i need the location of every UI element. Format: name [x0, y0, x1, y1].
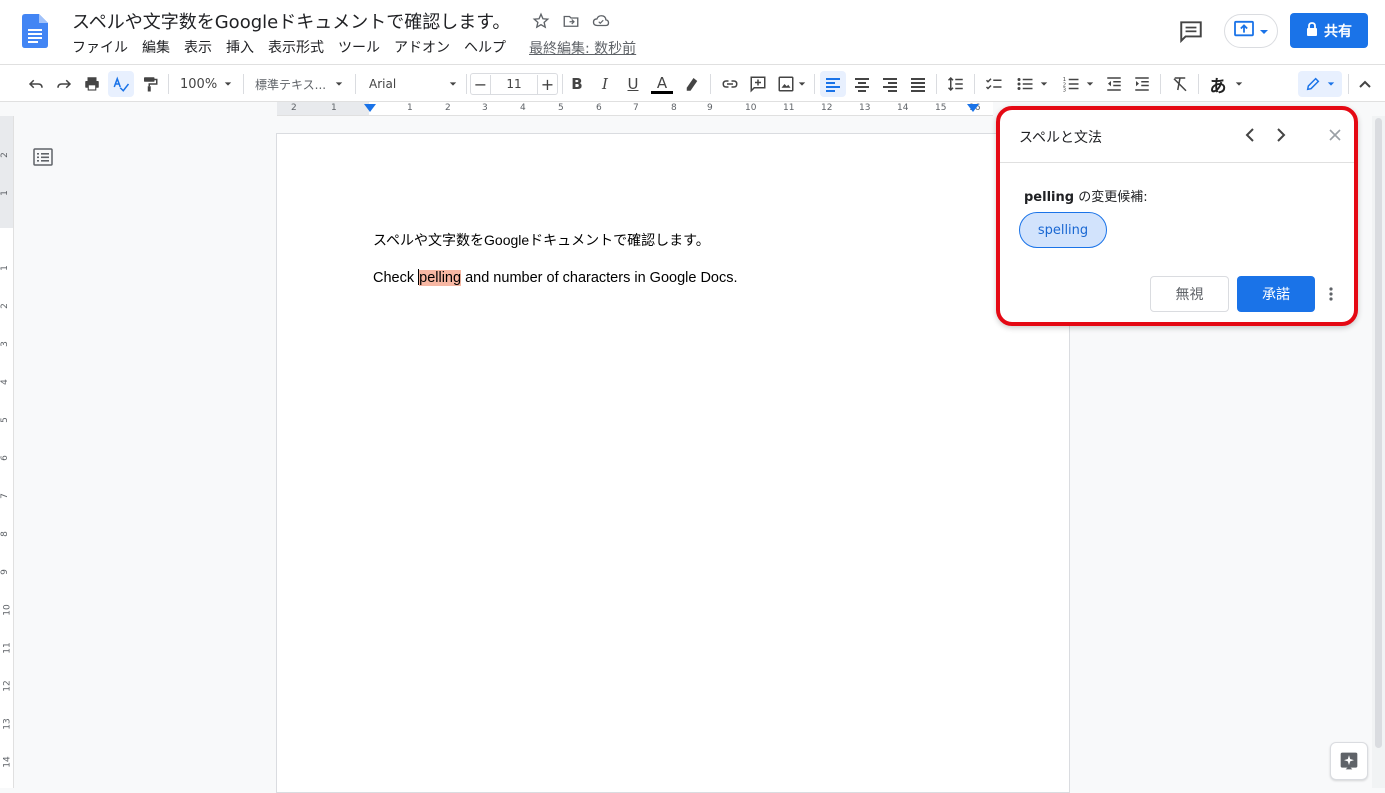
paragraph-style-select[interactable]: 標準テキス...: [251, 71, 347, 97]
suggestion-label: の変更候補:: [1074, 190, 1148, 205]
svg-text:3: 3: [1063, 88, 1066, 94]
vertical-scrollbar[interactable]: [1372, 116, 1385, 788]
font-value: Arial: [369, 77, 397, 91]
accept-button[interactable]: 承諾: [1237, 276, 1315, 312]
misspelled-word[interactable]: pelling: [419, 270, 462, 286]
document-page[interactable]: スペルや文字数をGoogleドキュメントで確認します。 Check pellin…: [276, 133, 1070, 793]
share-label: 共有: [1324, 23, 1352, 40]
hide-menus-icon[interactable]: [1354, 71, 1376, 97]
underline-button[interactable]: U: [622, 71, 644, 97]
present-button[interactable]: [1224, 14, 1278, 48]
document-line-2: Check pelling and number of characters i…: [373, 269, 738, 286]
explore-button[interactable]: [1330, 742, 1368, 780]
scrollbar-thumb[interactable]: [1375, 118, 1382, 748]
editing-mode-button[interactable]: [1298, 71, 1342, 97]
lock-icon: [1306, 21, 1318, 40]
menu-tools[interactable]: ツール: [331, 39, 387, 57]
input-tools-label: あ: [1209, 76, 1227, 97]
last-edit-link[interactable]: 最終編集: 数秒前: [529, 38, 636, 58]
chevron-down-icon: [224, 82, 232, 86]
menu-format[interactable]: 表示形式: [261, 39, 331, 57]
menu-file[interactable]: ファイル: [72, 39, 135, 57]
highlight-color-icon[interactable]: [680, 71, 704, 97]
ignore-button[interactable]: 無視: [1150, 276, 1229, 312]
cloud-status-icon[interactable]: [590, 10, 612, 32]
italic-button[interactable]: I: [594, 71, 616, 97]
vertical-ruler[interactable]: 2 1 1 2 3 4 5 6 7 8 9 10 11 12 13 14: [0, 116, 14, 788]
spelling-grammar-panel: スペルと文法 pelling の変更候補: spelling 無視 承諾: [996, 106, 1358, 326]
menu-view[interactable]: 表示: [177, 39, 219, 57]
decrease-font-size-button[interactable]: −: [471, 74, 491, 94]
undo-icon[interactable]: [24, 71, 48, 97]
menu-help[interactable]: ヘルプ: [457, 39, 513, 57]
suggestion-chip[interactable]: spelling: [1019, 212, 1107, 248]
text-before-misspelling: Check: [373, 270, 419, 286]
line-spacing-icon[interactable]: [944, 71, 968, 97]
chevron-down-icon: [1259, 22, 1269, 41]
print-icon[interactable]: [80, 71, 104, 97]
bulleted-list-icon[interactable]: [1012, 71, 1052, 97]
suggestion-heading: pelling の変更候補:: [1024, 186, 1148, 205]
checklist-icon[interactable]: [982, 71, 1006, 97]
paint-format-icon[interactable]: [138, 71, 162, 97]
chevron-down-icon: [449, 82, 457, 86]
top-bar: スペルや文字数をGoogleドキュメントで確認します。 ファイル 編集 表示 挿…: [0, 0, 1385, 64]
explore-icon: [1340, 752, 1358, 770]
close-icon[interactable]: [1324, 124, 1346, 146]
pencil-icon: [1306, 77, 1320, 91]
document-title[interactable]: スペルや文字数をGoogleドキュメントで確認します。: [72, 8, 510, 34]
toolbar: 100% 標準テキス... Arial − 11 + B I U A 1 2 3…: [0, 64, 1385, 102]
menu-addons[interactable]: アドオン: [387, 39, 457, 57]
previous-suggestion-icon[interactable]: [1239, 124, 1261, 146]
insert-image-icon[interactable]: [774, 71, 808, 97]
align-right-icon[interactable]: [878, 71, 902, 97]
zoom-value: 100%: [180, 76, 218, 92]
document-line-1: スペルや文字数をGoogleドキュメントで確認します。: [373, 232, 710, 248]
text-after-misspelling: and number of characters in Google Docs.: [461, 270, 738, 286]
horizontal-ruler[interactable]: 2 1 1 2 3 4 5 6 7 8 9 10 11 12 13 14 15 …: [277, 102, 993, 116]
left-indent-marker-icon[interactable]: [364, 104, 376, 114]
bold-button[interactable]: B: [566, 71, 588, 97]
divider: [1000, 162, 1354, 163]
font-size-input[interactable]: 11: [506, 77, 521, 91]
comment-history-icon[interactable]: [1178, 18, 1204, 44]
chevron-down-icon: [1327, 82, 1335, 86]
paragraph-style-value: 標準テキス...: [255, 77, 327, 92]
more-options-icon[interactable]: [1324, 284, 1338, 304]
document-outline-icon[interactable]: [33, 148, 53, 166]
align-justify-icon[interactable]: [906, 71, 930, 97]
text-color-letter: A: [656, 73, 668, 92]
spellcheck-icon[interactable]: [108, 71, 134, 97]
share-button[interactable]: 共有: [1290, 13, 1368, 48]
chevron-down-icon: [1235, 82, 1242, 86]
next-suggestion-icon[interactable]: [1270, 124, 1292, 146]
flagged-word: pelling: [1024, 190, 1075, 205]
spelling-panel-title: スペルと文法: [1019, 130, 1103, 146]
increase-indent-icon[interactable]: [1130, 71, 1154, 97]
docs-logo-icon[interactable]: [22, 14, 48, 48]
align-center-icon[interactable]: [850, 71, 874, 97]
decrease-indent-icon[interactable]: [1102, 71, 1126, 97]
right-indent-marker-icon[interactable]: [967, 104, 979, 114]
menu-edit[interactable]: 編集: [135, 39, 177, 57]
font-select[interactable]: Arial: [365, 71, 461, 97]
numbered-list-icon[interactable]: 123: [1058, 71, 1098, 97]
star-icon[interactable]: [530, 10, 552, 32]
chevron-down-icon: [335, 82, 343, 86]
insert-link-icon[interactable]: [718, 71, 742, 97]
redo-icon[interactable]: [52, 71, 76, 97]
align-left-icon[interactable]: [820, 71, 846, 97]
input-tools-button[interactable]: あ: [1206, 71, 1246, 97]
present-icon: [1233, 20, 1255, 42]
text-color-button[interactable]: A: [650, 71, 674, 97]
add-comment-icon[interactable]: [746, 71, 770, 97]
font-size-stepper: − 11 +: [470, 73, 558, 95]
zoom-select[interactable]: 100%: [176, 71, 236, 97]
menu-insert[interactable]: 挿入: [219, 39, 261, 57]
menu-bar: ファイル 編集 表示 挿入 表示形式 ツール アドオン ヘルプ: [72, 39, 513, 57]
clear-formatting-icon[interactable]: [1168, 71, 1192, 97]
move-folder-icon[interactable]: [560, 10, 582, 32]
increase-font-size-button[interactable]: +: [537, 74, 557, 94]
